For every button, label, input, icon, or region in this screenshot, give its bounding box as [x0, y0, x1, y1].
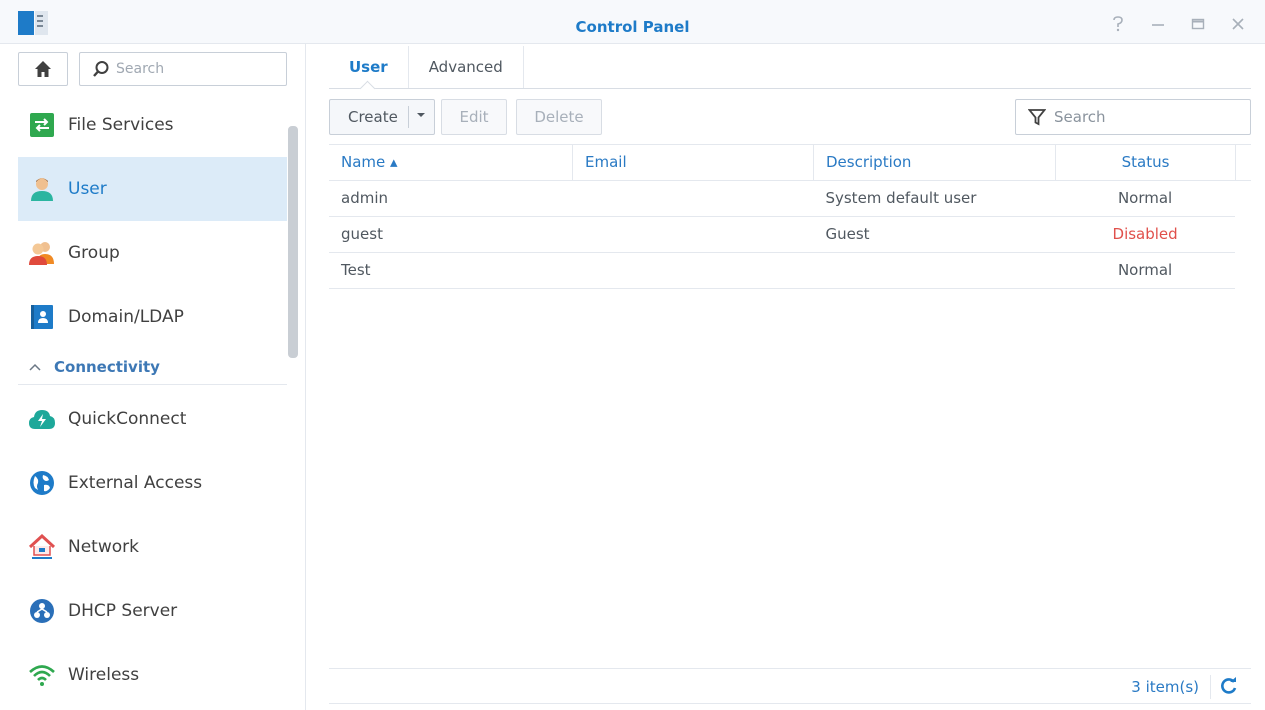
wifi-icon	[28, 661, 56, 689]
cell-description	[813, 253, 1055, 288]
search-icon	[93, 61, 109, 77]
cell-status: Normal	[1117, 261, 1173, 279]
quickconnect-icon	[28, 405, 56, 433]
user-icon	[28, 175, 56, 203]
tab-user[interactable]: User	[329, 46, 409, 88]
sidebar-item-label: Group	[68, 243, 120, 263]
help-icon[interactable]	[1109, 16, 1127, 34]
cell-name: Test	[341, 261, 371, 279]
sidebar-item-label: User	[68, 179, 107, 199]
minimize-icon[interactable]	[1149, 16, 1167, 34]
table-footer: 3 item(s)	[329, 668, 1251, 704]
column-header-name[interactable]: Name ▴	[329, 145, 573, 180]
filter-search-input[interactable]	[1054, 108, 1234, 126]
window-title: Control Panel	[575, 18, 690, 36]
cell-name: guest	[341, 225, 383, 243]
home-button[interactable]	[18, 52, 68, 86]
column-header-status[interactable]: Status	[1056, 145, 1236, 180]
split-divider	[408, 106, 409, 128]
cell-email	[573, 217, 814, 252]
maximize-icon[interactable]	[1189, 16, 1207, 34]
sidebar-item-user[interactable]: User	[18, 157, 287, 221]
sidebar-item-file-services[interactable]: File Services	[18, 93, 287, 157]
sidebar-scrollbar[interactable]	[288, 126, 298, 358]
home-icon	[35, 61, 51, 77]
delete-button[interactable]: Delete	[516, 99, 602, 135]
globe-icon	[28, 469, 56, 497]
sidebar-item-dhcp-server[interactable]: DHCP Server	[18, 579, 287, 643]
refresh-icon[interactable]	[1219, 676, 1239, 696]
sidebar-item-label: Network	[68, 537, 139, 557]
column-header-email[interactable]: Email	[573, 145, 814, 180]
sidebar-item-wireless[interactable]: Wireless	[18, 643, 287, 707]
sidebar-search[interactable]	[79, 52, 287, 86]
sidebar-item-group[interactable]: Group	[18, 221, 287, 285]
domain-ldap-icon	[28, 303, 56, 331]
sidebar-item-label: DHCP Server	[68, 601, 178, 621]
cell-status: Disabled	[1112, 225, 1178, 243]
item-count: 3 item(s)	[1131, 678, 1199, 696]
title-bar: Control Panel	[0, 0, 1265, 44]
sidebar-item-external-access[interactable]: External Access	[18, 451, 287, 515]
column-header-description[interactable]: Description	[814, 145, 1056, 180]
sidebar-item-label: Domain/LDAP	[68, 307, 184, 327]
close-icon[interactable]	[1229, 16, 1247, 34]
tab-bar: User Advanced	[329, 44, 1251, 89]
sidebar-item-label: File Services	[68, 115, 174, 135]
cell-email	[573, 181, 814, 216]
cell-name: admin	[341, 189, 388, 207]
file-services-icon	[28, 111, 56, 139]
sidebar-item-domain-ldap[interactable]: Domain/LDAP	[18, 285, 287, 349]
dhcp-server-icon	[28, 597, 56, 625]
sidebar: File Services User Group Domain/LDAP Con…	[0, 44, 306, 710]
sidebar-section-label: Connectivity	[54, 357, 160, 376]
sidebar-list: File Services User Group Domain/LDAP Con…	[18, 93, 287, 707]
table-row[interactable]: guest Guest Disabled	[329, 217, 1235, 253]
cell-description: Guest	[825, 225, 870, 243]
sidebar-item-label: External Access	[68, 473, 203, 493]
toolbar: Create Edit Delete	[329, 99, 1251, 135]
sidebar-item-label: QuickConnect	[68, 409, 187, 429]
table-row[interactable]: Test Normal	[329, 253, 1235, 289]
cell-email	[573, 253, 814, 288]
filter-search[interactable]	[1015, 99, 1251, 135]
window-controls	[1109, 16, 1247, 34]
create-button-label: Create	[348, 108, 398, 126]
user-table: Name ▴ Email Description Status admin Sy…	[329, 144, 1251, 289]
group-icon	[28, 239, 56, 267]
table-header: Name ▴ Email Description Status	[329, 144, 1251, 181]
filter-icon	[1028, 109, 1046, 126]
create-button[interactable]: Create	[329, 99, 435, 135]
main-panel: User Advanced Create Edit Delete Name ▴ …	[307, 44, 1265, 710]
sidebar-search-input[interactable]	[116, 61, 276, 77]
tab-advanced[interactable]: Advanced	[409, 46, 524, 88]
sidebar-item-network[interactable]: Network	[18, 515, 287, 579]
sidebar-item-quickconnect[interactable]: QuickConnect	[18, 387, 287, 451]
chevron-up-icon	[28, 358, 42, 376]
table-row[interactable]: admin System default user Normal	[329, 181, 1235, 217]
footer-divider	[1210, 675, 1211, 699]
caret-down-icon[interactable]	[416, 110, 426, 123]
edit-button[interactable]: Edit	[441, 99, 507, 135]
network-house-icon	[28, 533, 56, 561]
sidebar-item-label: Wireless	[68, 665, 140, 685]
cell-status: Normal	[1117, 189, 1173, 207]
cell-description: System default user	[825, 189, 977, 207]
sidebar-section-connectivity[interactable]: Connectivity	[18, 349, 287, 385]
